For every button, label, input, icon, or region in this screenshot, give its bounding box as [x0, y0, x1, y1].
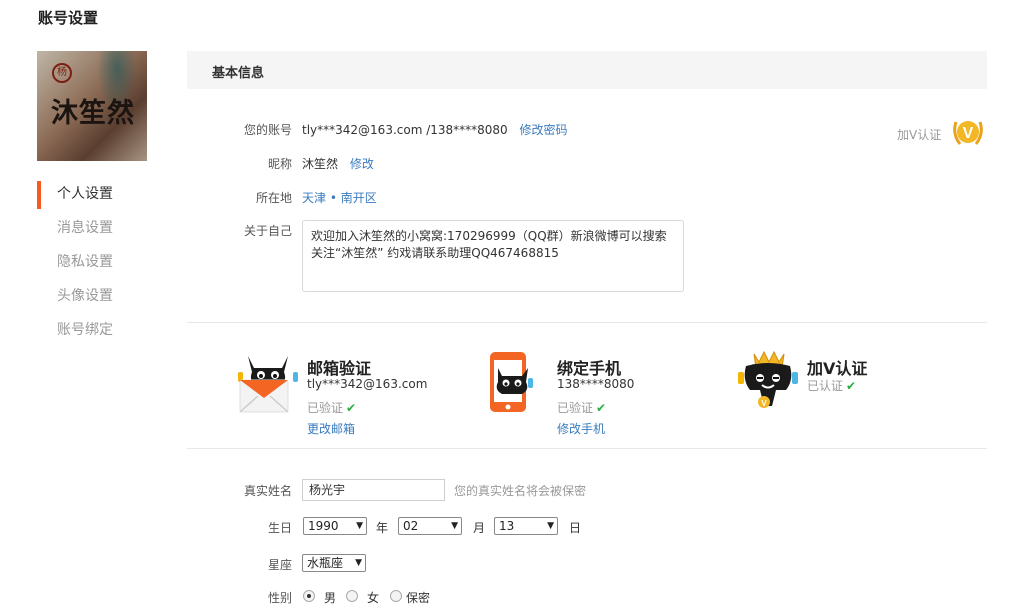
gender-radio-male[interactable] — [303, 590, 315, 602]
day-unit: 日 — [569, 521, 582, 535]
change-password-link[interactable]: 修改密码 — [520, 123, 568, 137]
avatar[interactable]: 杨 沐笙然 — [37, 51, 147, 161]
vip-verification-status: 已认证 ✔ — [807, 377, 856, 394]
account-label: 您的账号 — [243, 123, 292, 137]
realname-input[interactable]: 杨光宇 — [302, 479, 445, 501]
check-icon: ✔ — [346, 401, 357, 415]
phone-verification-title: 绑定手机 — [557, 359, 622, 378]
vip-verification: V 加V认证 已认证 ✔ — [738, 350, 938, 440]
gender-radio-female[interactable] — [346, 590, 358, 602]
gender-label-secret: 保密 — [406, 591, 431, 605]
birth-month-value: 02 — [403, 519, 419, 533]
phone-verification-info: 138****8080 — [557, 377, 635, 391]
chevron-down-icon: ▼ — [356, 521, 363, 531]
nickname-row: 沐笙然 修改 — [302, 155, 374, 172]
check-icon: ✔ — [846, 379, 857, 393]
sidebar-item-binding[interactable]: 账号绑定 — [37, 316, 157, 350]
email-cat-icon — [238, 350, 298, 414]
birth-day-select[interactable]: 13 ▼ — [494, 517, 558, 535]
birth-month-select[interactable]: 02 ▼ — [398, 517, 462, 535]
phone-verification: 绑定手机 138****8080 已验证 ✔ 修改手机 — [488, 350, 688, 440]
email-verification-title: 邮箱验证 — [307, 359, 372, 378]
birth-day-value: 13 — [499, 519, 515, 533]
email-verification-info: tly***342@163.com — [307, 377, 428, 391]
birth-year-value: 1990 — [308, 519, 339, 533]
divider-bottom — [187, 448, 987, 449]
phone-verification-status: 已验证 ✔ — [557, 399, 606, 416]
month-unit: 月 — [473, 521, 486, 535]
realname-label: 真实姓名 — [243, 484, 292, 498]
account-value: tly***342@163.com /138****8080 — [302, 123, 508, 137]
change-phone-link[interactable]: 修改手机 — [557, 420, 605, 437]
avatar-seal: 杨 — [52, 63, 72, 83]
zodiac-value: 水瓶座 — [307, 556, 344, 570]
sidebar-item-personal[interactable]: 个人设置 — [37, 180, 157, 214]
avatar-seal-text: 杨 — [57, 67, 67, 78]
section-title: 基本信息 — [212, 66, 265, 81]
vip-label: 加V认证 — [897, 128, 942, 142]
email-verification: 邮箱验证 tly***342@163.com 已验证 ✔ 更改邮箱 — [238, 350, 438, 440]
realname-hint: 您的真实姓名将会被保密 — [454, 484, 587, 498]
gender-label-female: 女 — [367, 591, 380, 605]
about-textarea[interactable]: 欢迎加入沐笙然的小窝窝:170296999（QQ群）新浪微博可以搜索关注“沐笙然… — [302, 220, 684, 292]
avatar-calligraphy: 沐笙然 — [51, 98, 135, 129]
account-row: tly***342@163.com /138****8080 修改密码 — [302, 121, 568, 138]
chevron-down-icon: ▼ — [547, 521, 554, 531]
nickname-value: 沐笙然 — [302, 157, 339, 171]
birthday-label: 生日 — [267, 521, 292, 535]
gender-label-male: 男 — [324, 591, 337, 605]
change-email-link[interactable]: 更改邮箱 — [307, 420, 355, 437]
phone-cat-icon — [488, 350, 548, 414]
vip-status-text: 已认证 — [807, 379, 844, 393]
chevron-down-icon: ▼ — [451, 521, 458, 531]
zodiac-select[interactable]: 水瓶座 ▼ — [302, 554, 366, 572]
sidebar-nav: 个人设置 消息设置 隐私设置 头像设置 账号绑定 — [37, 180, 157, 350]
svg-text:V: V — [761, 399, 767, 408]
vip-verification-title: 加V认证 — [807, 359, 868, 378]
sidebar-item-avatar[interactable]: 头像设置 — [37, 282, 157, 316]
page-title: 账号设置 — [38, 9, 99, 27]
email-verification-status: 已验证 ✔ — [307, 399, 356, 416]
vip-badge-icon[interactable]: V — [950, 116, 986, 150]
nickname-label: 昵称 — [267, 157, 292, 171]
birth-year-select[interactable]: 1990 ▼ — [303, 517, 367, 535]
location-value[interactable]: 天津 • 南开区 — [302, 189, 377, 206]
crown-cat-icon: V — [738, 350, 798, 414]
check-icon: ✔ — [596, 401, 607, 415]
email-status-text: 已验证 — [307, 401, 344, 415]
vip-badge-text: V — [963, 125, 974, 142]
gender-radio-secret[interactable] — [390, 590, 402, 602]
chevron-down-icon: ▼ — [355, 558, 362, 568]
sidebar-item-messages[interactable]: 消息设置 — [37, 214, 157, 248]
divider-top — [187, 322, 987, 323]
phone-status-text: 已验证 — [557, 401, 594, 415]
year-unit: 年 — [376, 521, 389, 535]
gender-label: 性别 — [267, 591, 292, 605]
about-label: 关于自己 — [243, 224, 292, 238]
edit-nickname-link[interactable]: 修改 — [350, 157, 374, 171]
location-label: 所在地 — [255, 191, 292, 205]
sidebar-item-privacy[interactable]: 隐私设置 — [37, 248, 157, 282]
zodiac-label: 星座 — [267, 558, 292, 572]
section-header-basic: 基本信息 — [187, 51, 987, 89]
